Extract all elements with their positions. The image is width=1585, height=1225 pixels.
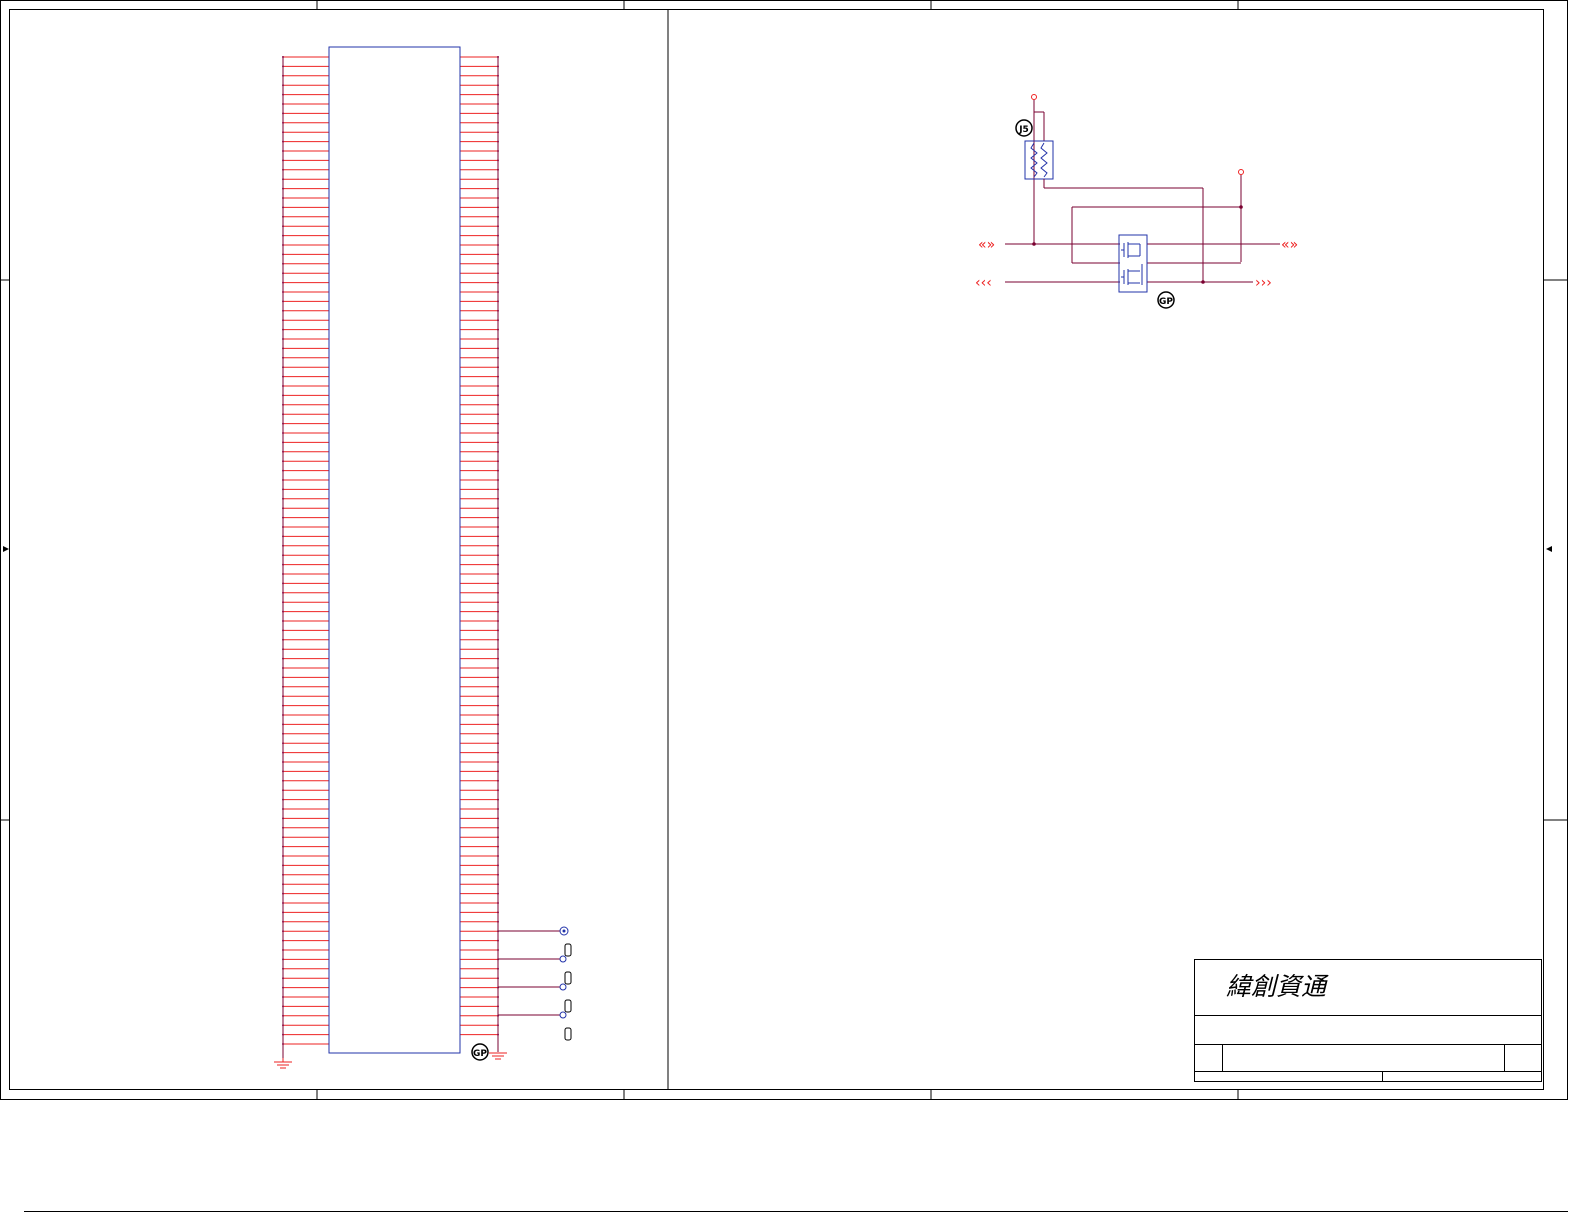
connector-body (328, 46, 461, 1054)
level-shift-circuit: J5 GP «» «» ‹‹‹ ››› (975, 94, 1298, 309)
gp-badge-left: GP (471, 1043, 489, 1061)
side-arrows (3, 546, 1552, 552)
jumper-ref-badge: J5 (1015, 119, 1033, 137)
right-pin-rows (460, 56, 499, 1036)
ground-symbol-left (274, 1058, 292, 1069)
offpage-connector-left-upper: «» (978, 237, 995, 253)
mosfet-icon (1121, 264, 1143, 285)
mosfet-icon (1121, 242, 1141, 258)
extended-signal-lines (498, 930, 560, 1016)
sheet-frame (0, 0, 1568, 1212)
test-point-column (559, 926, 572, 1041)
resistor-icon (1040, 142, 1048, 178)
ground-symbol-right (489, 1052, 507, 1060)
capacitor-icon (559, 999, 572, 1019)
offpage-connector-left-lower: ‹‹‹ (975, 275, 992, 291)
connector-block: GP (274, 46, 572, 1069)
power-pin-icon (1238, 169, 1244, 175)
schematic-sheet: GP J5 GP «» «» ‹‹‹ ››› 緯創資通 (0, 0, 1568, 1212)
offpage-connector-right-upper: «» (1281, 237, 1298, 253)
svg-text:GP: GP (1159, 297, 1173, 307)
capacitor-icon (564, 1027, 572, 1041)
capacitor-icon (559, 943, 572, 963)
resistor-network (1024, 140, 1054, 180)
title-block: 緯創資通 (1194, 959, 1542, 1082)
power-pin-icon (1031, 94, 1037, 100)
left-pin-rows (282, 56, 329, 1045)
svg-text:GP: GP (473, 1049, 487, 1059)
capacitor-icon (559, 971, 572, 991)
gp-badge-right: GP (1157, 291, 1175, 309)
company-name: 緯創資通 (1226, 972, 1329, 1001)
test-point-icon (559, 926, 569, 936)
offpage-connector-right-lower: ››› (1255, 275, 1272, 291)
svg-text:J5: J5 (1018, 125, 1029, 135)
